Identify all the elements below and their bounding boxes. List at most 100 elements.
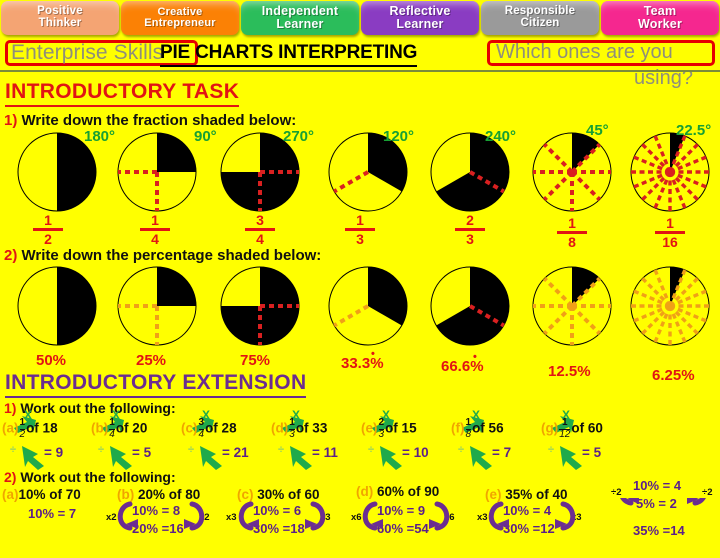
percent-div-e-left: ÷2 (611, 487, 622, 498)
item-of: of 15 (385, 420, 417, 436)
header-divider (0, 70, 720, 72)
item-fraction: 23 (378, 417, 385, 440)
green-arrow-down-d (290, 446, 312, 470)
pie-fraction-7: 1 16 (655, 216, 685, 249)
fraction-numerator: 1 (557, 216, 587, 234)
question-4-prompt: 2) Work out the following: (4, 469, 176, 485)
green-arrow-down-b (110, 446, 132, 470)
fraction-denominator: 8 (568, 234, 576, 250)
section-heading-introductory-task: INTRODUCTORY TASK (5, 80, 240, 107)
fraction-denominator: 3 (378, 428, 385, 440)
tab-team-worker[interactable]: Team Worker (601, 1, 719, 35)
extension-item-g: (g) 1 12of 60 (541, 417, 603, 440)
section-heading-introductory-extension: INTRODUCTORY EXTENSION (5, 371, 307, 398)
extension-answer-c: = 21 (222, 445, 249, 460)
pie-chart-25pct (117, 266, 197, 346)
item-label: (b) (91, 420, 109, 436)
item-of: of 20 (115, 420, 148, 436)
title-zone: Enterprise Skills PIE CHARTS INTERPRETIN… (0, 38, 720, 89)
pie-fraction-3: 34 (245, 213, 275, 246)
extension-answer-a: = 9 (44, 445, 64, 460)
fraction-denominator: 3 (289, 428, 295, 440)
purple-curve-annotations (117, 498, 706, 531)
pie-chart-66pct (430, 266, 510, 346)
item-question: 60% of 90 (377, 484, 440, 499)
extension-item-b: (b) 1 4of 20 (91, 417, 148, 440)
green-arrow-down-e (380, 446, 402, 470)
pie-degree-label-5: 240° (485, 128, 517, 145)
competency-tab-bar: Positive Thinker Creative Entrepreneur I… (0, 0, 720, 37)
tab-label-line2: Thinker (38, 17, 82, 29)
tab-positive-thinker[interactable]: Positive Thinker (1, 1, 119, 35)
item-label: (c) (181, 420, 198, 436)
pie-percent-1: 50% (36, 352, 67, 369)
tab-reflective-learner[interactable]: Reflective Learner (361, 1, 479, 35)
pie-fraction-1: 12 (33, 213, 63, 246)
fraction-numerator: 1 (140, 213, 170, 231)
green-arrow-down-g (560, 446, 582, 470)
pie-degree-label-6: 45° (586, 122, 609, 139)
recurring-dot-1: • (371, 348, 375, 360)
extension-item-f: (f) 1 8of 56 (451, 417, 504, 440)
question-4-number: 2) (4, 469, 17, 485)
pie-chart-75pct (220, 266, 300, 346)
pie-chart-45 (532, 132, 612, 212)
item-label: (d) (271, 420, 289, 436)
page-title: PIE CHARTS INTERPRETING (160, 42, 417, 67)
fraction-numerator: 2 (455, 213, 485, 231)
item-fraction: 34 (198, 417, 205, 440)
divide-mark-a: ÷ (10, 444, 17, 456)
fraction-denominator: 4 (151, 231, 159, 247)
fraction-denominator: 3 (466, 231, 474, 247)
extension-item-c: (c) 3 4of 28 (181, 417, 237, 440)
green-arrow-down-c (200, 446, 222, 470)
tab-independent-learner[interactable]: Independent Learner (241, 1, 359, 35)
pie-percent-3: 75% (240, 352, 271, 369)
item-of: of 60 (571, 420, 603, 436)
fraction-numerator: 1 (33, 213, 63, 231)
tab-label-line2: Worker (637, 17, 683, 31)
item-fraction: 14 (109, 417, 115, 440)
pie-fraction-6: 18 (557, 216, 587, 249)
divide-mark-f: ÷ (458, 444, 465, 456)
question-1-text: Write down the fraction shaded below: (17, 112, 297, 129)
item-label: (g) (541, 420, 559, 436)
pie-degree-label-3: 270° (283, 128, 315, 145)
enterprise-skills-label: Enterprise Skills (11, 41, 164, 64)
tab-label-line2: Learner (276, 17, 324, 31)
item-label: (a) (2, 420, 19, 436)
divide-mark-e: ÷ (368, 444, 375, 456)
item-fraction: 18 (465, 417, 472, 440)
question-1-number: 1) (4, 112, 18, 129)
divide-mark-g: ÷ (548, 444, 555, 456)
pie-fraction-4: 13 (345, 213, 375, 246)
fraction-denominator: 12 (559, 428, 571, 440)
divide-mark-b: ÷ (98, 444, 105, 456)
tab-label-line2: Entrepreneur (144, 17, 216, 29)
tab-creative-entrepreneur[interactable]: Creative Entrepreneur (121, 1, 239, 35)
question-4-text: Work out the following: (16, 469, 176, 485)
fraction-denominator: 8 (465, 428, 472, 440)
pie-percent-6: 12.5% (548, 363, 591, 380)
percent-work-e-extra-line1: 10% = 4 (633, 478, 682, 493)
extension-answer-b: = 5 (132, 445, 152, 460)
fraction-denominator: 2 (44, 231, 52, 247)
fraction-denominator: 2 (19, 428, 26, 440)
extension-answer-g: = 5 (582, 445, 602, 460)
pie-degree-label-2: 90° (194, 128, 217, 145)
pie-degree-label-1: 180° (84, 128, 116, 145)
tab-responsible-citizen[interactable]: Responsible Citizen (481, 1, 599, 35)
extension-answer-d: = 11 (312, 445, 338, 460)
pie-fraction-2: 14 (140, 213, 170, 246)
extension-item-a: (a) 1 2of 18 (2, 417, 58, 440)
percent-item-d: (d) 60% of 90 (356, 484, 439, 499)
fraction-denominator: 4 (109, 428, 115, 440)
pie-degree-label-7: 22.5° (676, 122, 712, 139)
pie-chart-6-25pct (630, 266, 710, 346)
fraction-denominator: 4 (198, 428, 205, 440)
percent-div-e-right: ÷2 (702, 487, 713, 498)
item-fraction: 1 12 (559, 417, 571, 440)
pie-chart-33pct (328, 266, 408, 346)
green-arrow-down-a (22, 446, 44, 470)
item-of: of 28 (205, 420, 237, 436)
